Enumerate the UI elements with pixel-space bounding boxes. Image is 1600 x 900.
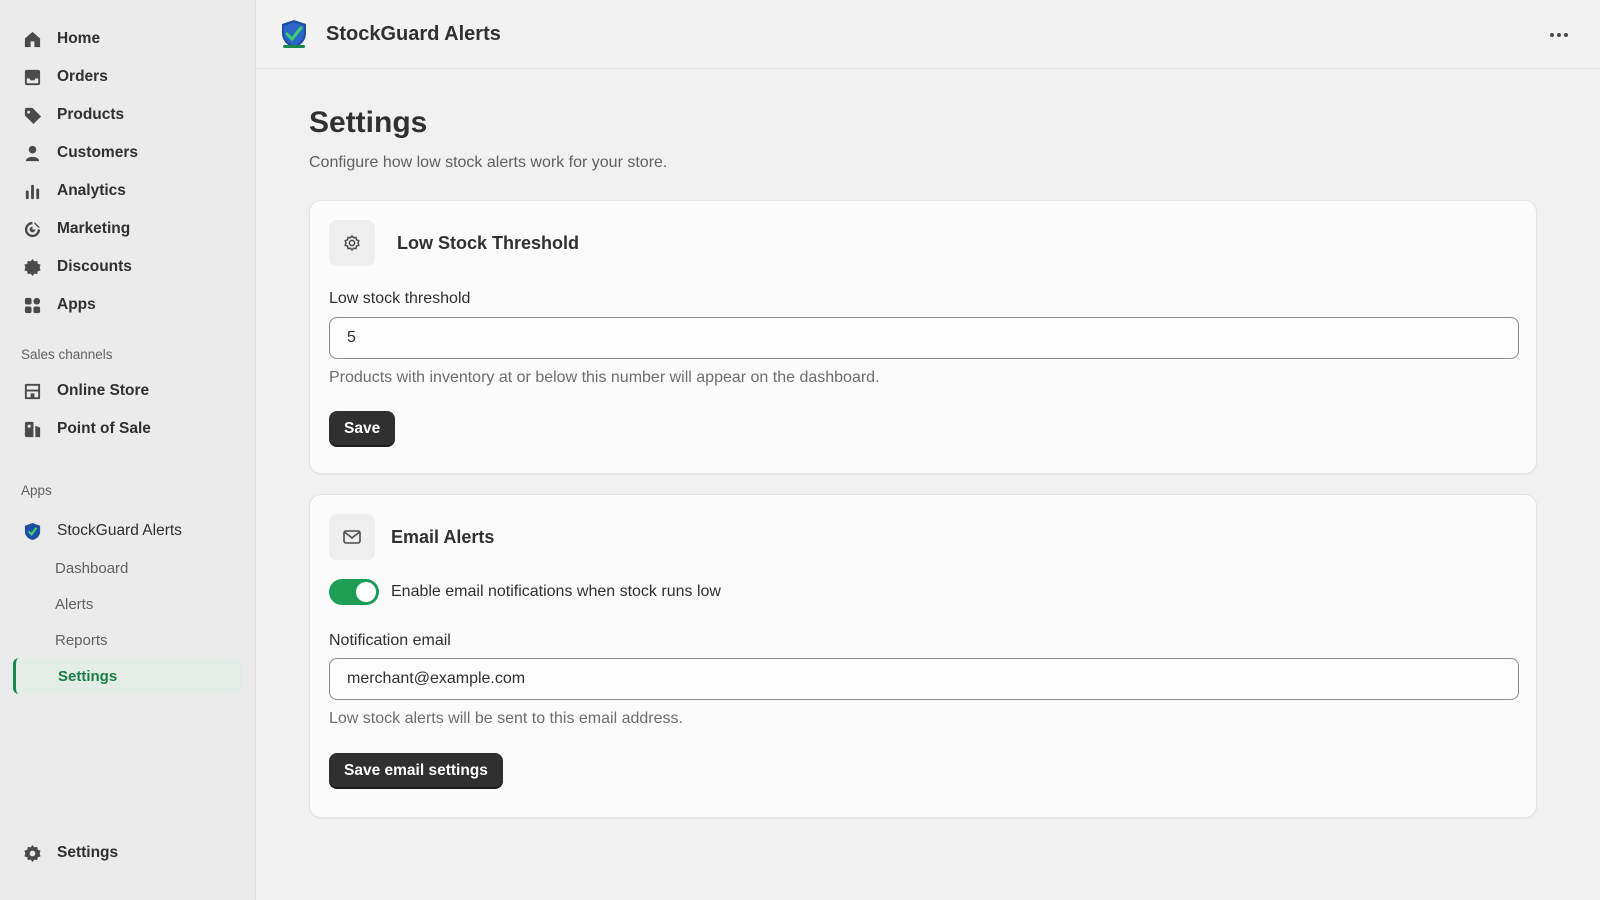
nav-item-customers[interactable]: Customers bbox=[0, 134, 255, 172]
threshold-help-text: Products with inventory at or below this… bbox=[329, 369, 880, 386]
gear-icon bbox=[344, 235, 360, 251]
threshold-field-label: Low stock threshold bbox=[329, 290, 471, 307]
nav-item-stockguard-alerts[interactable]: StockGuard Alerts bbox=[0, 512, 255, 550]
person-icon bbox=[22, 143, 42, 163]
sidebar: Home Orders Products Customers Analytics… bbox=[0, 0, 256, 900]
email-toggle-label: Enable email notifications when stock ru… bbox=[391, 583, 721, 600]
nav-subitem-settings[interactable]: Settings bbox=[13, 658, 242, 694]
nav-item-online-store[interactable]: Online Store bbox=[0, 372, 255, 410]
nav-item-discounts[interactable]: Discounts bbox=[0, 248, 255, 286]
nav-item-marketing[interactable]: Marketing bbox=[0, 210, 255, 248]
nav-item-products[interactable]: Products bbox=[0, 96, 255, 134]
email-notifications-toggle[interactable] bbox=[329, 579, 379, 605]
stockguard-shield-icon bbox=[22, 521, 42, 541]
nav-item-label: Analytics bbox=[57, 182, 126, 199]
nav-item-label: Online Store bbox=[57, 382, 150, 399]
threshold-card-icon-box bbox=[329, 220, 375, 266]
nav-item-label: Discounts bbox=[57, 258, 132, 275]
toggle-knob bbox=[356, 582, 376, 602]
email-help-text: Low stock alerts will be sent to this em… bbox=[329, 710, 683, 727]
nav-item-label: Products bbox=[57, 106, 125, 123]
notification-email-input[interactable] bbox=[329, 658, 1519, 700]
nav-item-label: Home bbox=[57, 30, 101, 47]
tag-icon bbox=[22, 105, 42, 125]
nav-subitem-label: Alerts bbox=[55, 595, 94, 613]
nav-item-label: Customers bbox=[57, 144, 138, 161]
nav-subitem-label: Settings bbox=[58, 667, 118, 685]
sales-channels-heading: Sales channels bbox=[21, 346, 113, 362]
nav-subitem-label: Dashboard bbox=[55, 559, 129, 577]
page-title: Settings bbox=[309, 106, 428, 139]
nav-item-point-of-sale[interactable]: Point of Sale bbox=[0, 410, 255, 448]
notification-email-label: Notification email bbox=[329, 632, 451, 649]
email-card-title: Email Alerts bbox=[391, 526, 495, 547]
inbox-icon bbox=[22, 67, 42, 87]
gear-icon bbox=[22, 843, 42, 863]
pos-icon bbox=[22, 419, 42, 439]
save-threshold-button[interactable]: Save bbox=[329, 411, 396, 447]
discount-icon bbox=[22, 257, 42, 277]
store-icon bbox=[22, 381, 42, 401]
nav-item-label: StockGuard Alerts bbox=[57, 522, 182, 539]
nav-subitem-dashboard[interactable]: Dashboard bbox=[0, 550, 255, 586]
bar-chart-icon bbox=[22, 181, 42, 201]
email-alerts-card: Email Alerts Enable email notifications … bbox=[309, 494, 1537, 818]
home-icon bbox=[22, 29, 42, 49]
nav-item-label: Marketing bbox=[57, 220, 131, 237]
app-header: StockGuard Alerts bbox=[256, 0, 1600, 69]
nav-item-label: Apps bbox=[57, 296, 96, 313]
threshold-card: Low Stock Threshold Low stock threshold … bbox=[309, 200, 1537, 474]
more-actions-button[interactable] bbox=[1544, 22, 1574, 48]
nav-item-home[interactable]: Home bbox=[0, 20, 255, 58]
stockguard-logo-icon bbox=[278, 18, 310, 50]
main-content: Settings Configure how low stock alerts … bbox=[309, 106, 1537, 818]
email-toggle-row: Enable email notifications when stock ru… bbox=[329, 579, 721, 605]
threshold-input[interactable] bbox=[329, 317, 1519, 359]
nav-item-label: Point of Sale bbox=[57, 420, 151, 437]
save-email-settings-button[interactable]: Save email settings bbox=[329, 753, 503, 789]
more-horizontal-icon bbox=[1550, 33, 1554, 37]
nav-subitem-label: Reports bbox=[55, 631, 108, 649]
envelope-icon bbox=[343, 530, 361, 544]
nav-item-orders[interactable]: Orders bbox=[0, 58, 255, 96]
nav-item-label: Orders bbox=[57, 68, 108, 85]
nav-item-apps[interactable]: Apps bbox=[0, 286, 255, 324]
nav-subitem-reports[interactable]: Reports bbox=[0, 622, 255, 658]
apps-grid-icon bbox=[22, 295, 42, 315]
nav-item-label: Settings bbox=[57, 844, 119, 861]
apps-heading: Apps bbox=[21, 482, 52, 498]
nav-subitem-alerts[interactable]: Alerts bbox=[0, 586, 255, 622]
app-title: StockGuard Alerts bbox=[326, 22, 501, 45]
target-icon bbox=[22, 219, 42, 239]
email-card-icon-box bbox=[329, 514, 375, 560]
nav-item-settings[interactable]: Settings bbox=[0, 834, 255, 872]
nav-item-analytics[interactable]: Analytics bbox=[0, 172, 255, 210]
page-subtitle: Configure how low stock alerts work for … bbox=[309, 154, 668, 171]
threshold-card-title: Low Stock Threshold bbox=[397, 232, 580, 253]
